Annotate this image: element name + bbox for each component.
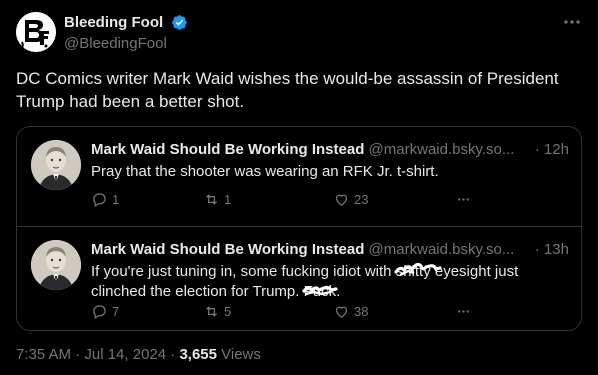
bleeding-fool-logo <box>16 12 56 52</box>
more-dots-icon <box>458 309 469 313</box>
heart-icon <box>335 306 348 318</box>
quoted-author-avatar[interactable] <box>31 140 81 190</box>
quoted-author-avatar[interactable] <box>31 240 81 290</box>
quoted-author-handle[interactable]: @markwaid.bsky.so... <box>369 241 515 258</box>
more-dots-icon <box>458 197 469 201</box>
repost-icon <box>206 306 217 316</box>
reply-button[interactable]: 1 <box>91 189 119 209</box>
repost-icon <box>206 194 217 204</box>
quoted-more-button[interactable] <box>455 301 476 321</box>
reply-count: 7 <box>112 303 120 319</box>
quoted-tweet-text: Pray that the shooter was wearing an RFK… <box>91 163 439 180</box>
scribble-overlay <box>302 285 338 296</box>
quoted-author-handle[interactable]: @markwaid.bsky.so... <box>369 141 515 158</box>
quoted-timestamp[interactable]: · 12h <box>530 141 569 158</box>
tweet-meta: 7:35 AM · Jul 14, 2024 · 3,655 Views <box>16 346 261 363</box>
author-handle[interactable]: @BleedingFool <box>64 35 188 52</box>
quoted-tweet-2[interactable]: Mark Waid Should Be Working Instead @mar… <box>17 227 581 327</box>
text-segment: If you're just tuning in, some fucking i… <box>91 263 396 280</box>
quoted-tweet-text: If you're just tuning in, some fucking i… <box>91 262 569 302</box>
author-avatar[interactable] <box>16 12 56 52</box>
quoted-more-button[interactable] <box>455 189 476 209</box>
portrait-image <box>31 140 81 190</box>
like-count: 23 <box>354 191 369 207</box>
quoted-timestamp[interactable]: · 13h <box>530 241 569 258</box>
view-count: 3,655 <box>179 346 217 363</box>
quoted-thread-card[interactable]: Mark Waid Should Be Working Instead @mar… <box>16 126 582 331</box>
repost-button[interactable]: 5 <box>203 301 231 321</box>
repost-count: 5 <box>224 303 232 319</box>
reply-icon <box>93 192 106 207</box>
action-bar: 7 5 38 <box>91 301 491 321</box>
tweet-header: Bleeding Fool @BleedingFool <box>16 10 582 54</box>
views-label: Views <box>216 346 261 363</box>
reply-icon <box>93 304 106 319</box>
author-display-name[interactable]: Bleeding Fool <box>64 14 163 31</box>
more-options-icon[interactable] <box>562 12 582 32</box>
repost-button[interactable]: 1 <box>203 189 231 209</box>
reply-button[interactable]: 7 <box>91 301 119 321</box>
action-bar: 1 1 23 <box>91 189 491 209</box>
quoted-author-name[interactable]: Mark Waid Should Be Working Instead <box>91 241 364 258</box>
like-count: 38 <box>354 303 369 319</box>
like-button[interactable]: 38 <box>333 301 368 321</box>
repost-count: 1 <box>224 191 232 207</box>
scribbled-word: shitty <box>394 262 442 282</box>
portrait-image <box>31 240 81 290</box>
scribble-overlay <box>394 262 442 277</box>
tweet-text: DC Comics writer Mark Waid wishes the wo… <box>16 69 559 111</box>
quoted-author-name[interactable]: Mark Waid Should Be Working Instead <box>91 141 364 158</box>
reply-count: 1 <box>112 191 120 207</box>
post-timestamp[interactable]: 7:35 AM · Jul 14, 2024 · <box>16 346 179 363</box>
like-button[interactable]: 23 <box>333 189 368 209</box>
verified-badge-icon <box>171 15 187 31</box>
quoted-tweet-1[interactable]: Mark Waid Should Be Working Instead @mar… <box>17 127 581 227</box>
scribbled-word: Fuck <box>302 282 338 302</box>
heart-icon <box>335 194 348 206</box>
